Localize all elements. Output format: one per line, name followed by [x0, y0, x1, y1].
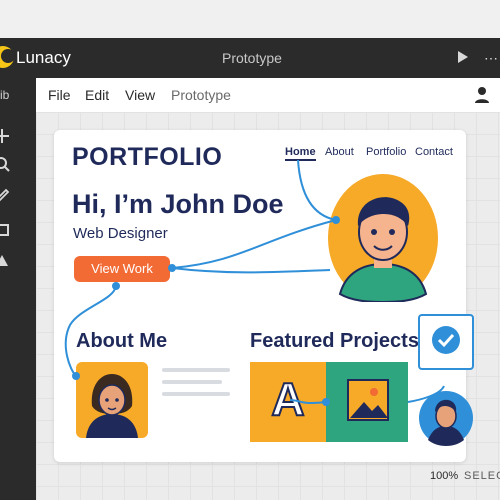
title-bar: Lunacy Prototype ⋯ [0, 38, 500, 78]
lunacy-logo-icon [0, 46, 15, 68]
user-icon[interactable] [474, 86, 490, 104]
projects-title: Featured Projects [250, 330, 419, 352]
project-card-a[interactable]: A [250, 362, 326, 442]
nav-portfolio[interactable]: Portfolio [366, 146, 406, 158]
app-name: Lunacy [16, 48, 71, 67]
window-title: Prototype [222, 50, 282, 66]
hero-subtitle: Web Designer [73, 225, 168, 242]
project-letter: A [270, 372, 305, 426]
menu-prototype[interactable]: Prototype [171, 87, 231, 103]
nav-home[interactable]: Home [285, 146, 316, 161]
menu-file[interactable]: File [48, 87, 71, 103]
left-toolbar: ib [0, 78, 36, 500]
select-label: SELECT [464, 470, 500, 482]
text-line [162, 392, 230, 396]
menu-view[interactable]: View [125, 87, 155, 103]
nav-about[interactable]: About [325, 146, 354, 158]
zoom-level[interactable]: 100% [430, 470, 458, 482]
about-title: About Me [76, 330, 168, 352]
view-work-button[interactable]: View Work [74, 256, 170, 282]
text-line [162, 368, 230, 372]
about-photo [76, 362, 148, 438]
brand-title: PORTFOLIO [72, 143, 223, 171]
play-icon[interactable] [458, 51, 468, 63]
pen-icon[interactable] [0, 186, 10, 202]
rectangle-icon[interactable] [0, 222, 10, 238]
search-icon[interactable] [0, 156, 10, 172]
toolbar-label: ib [0, 88, 10, 102]
menu-bar: File Edit View Prototype [36, 78, 500, 113]
triangle-icon[interactable] [0, 252, 10, 268]
profile-avatar [328, 174, 438, 302]
comment-bubble[interactable] [418, 314, 474, 370]
move-icon[interactable] [0, 128, 10, 144]
check-icon [432, 326, 460, 354]
image-icon [347, 379, 389, 421]
more-icon[interactable]: ⋯ [484, 50, 498, 67]
collaborator-avatar[interactable] [418, 390, 474, 446]
text-line [162, 380, 222, 384]
project-card-b[interactable] [326, 362, 408, 442]
hero-title: Hi, I’m John Doe [72, 189, 284, 219]
menu-edit[interactable]: Edit [85, 87, 109, 103]
nav-contact[interactable]: Contact [415, 146, 453, 158]
